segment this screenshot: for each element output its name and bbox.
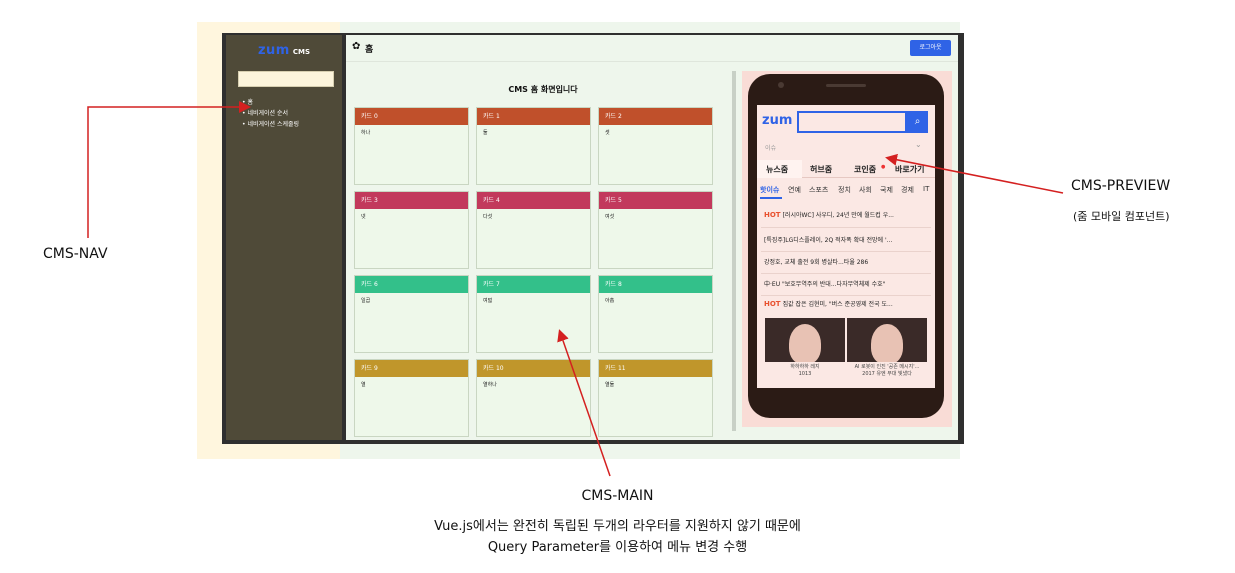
preview-annotation-sub: (줌 모바일 컴포넌트): [1073, 210, 1170, 223]
main-annotation-desc: Vue.js에서는 완전히 독립된 두개의 라우터를 지원하지 않기 때문에: [434, 519, 801, 534]
nav-annotation: CMS-NAV: [43, 246, 108, 262]
preview-annotation: CMS-PREVIEW: [1071, 178, 1171, 194]
preview-arrow: [885, 153, 1064, 194]
nav-arrow: [87, 101, 251, 238]
main-arrow: [557, 329, 611, 477]
main-annotation: CMS-MAIN: [581, 488, 654, 504]
main-annotation-desc: Query Parameter를 이용하여 메뉴 변경 수행: [487, 540, 748, 555]
